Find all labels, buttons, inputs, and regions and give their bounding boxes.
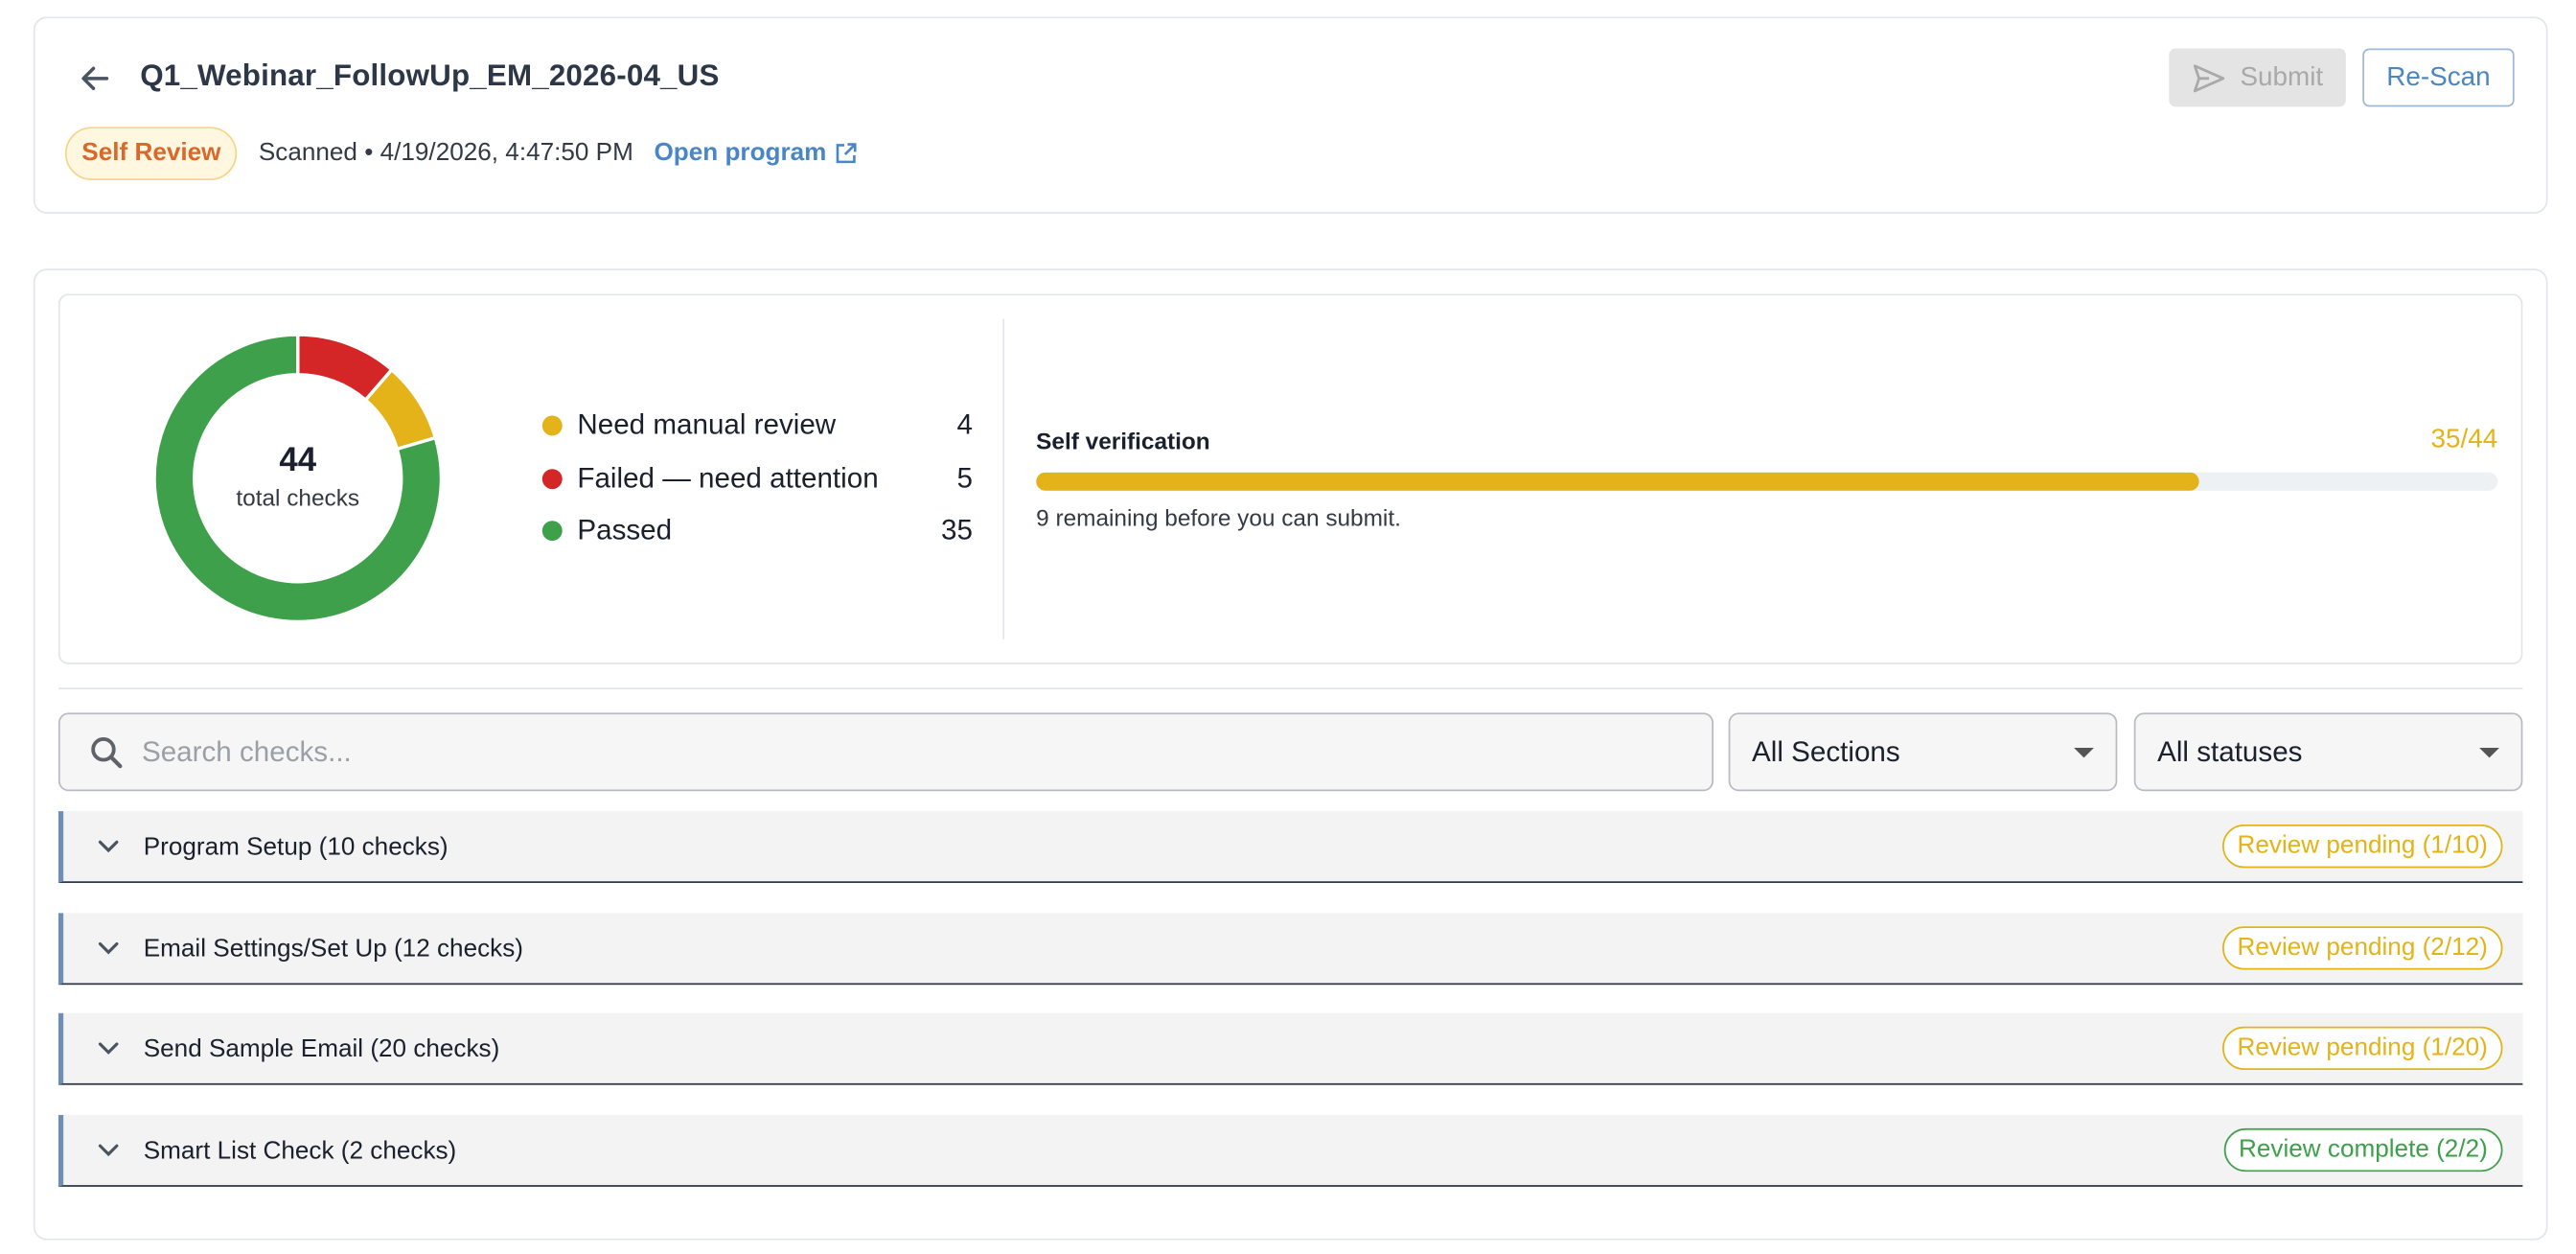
submit-button[interactable]: Submit <box>2169 48 2346 107</box>
legend-label: Need manual review <box>577 408 837 441</box>
search-input[interactable] <box>141 734 1644 769</box>
chevron-down-icon <box>98 1144 119 1157</box>
section-filter-value: All Sections <box>1752 734 1900 767</box>
back-button[interactable] <box>74 57 117 100</box>
page-title: Q1_Webinar_FollowUp_EM_2026-04_US <box>140 58 720 92</box>
legend-count: 4 <box>956 408 974 441</box>
review-mode-badge: Self Review <box>64 127 238 181</box>
legend-label: Passed <box>577 514 673 546</box>
section-status-badge: Review pending (1/20) <box>2221 1026 2503 1070</box>
section-label: Email Settings/Set Up (12 checks) <box>143 934 523 963</box>
scanned-timestamp: Scanned • 4/19/2026, 4:47:50 PM <box>258 138 633 168</box>
self-verification-title: Self verification <box>1036 427 1210 454</box>
total-checks-count: 44 <box>279 442 317 479</box>
external-link-icon <box>837 142 858 163</box>
legend-item-passed: Passed 35 <box>541 512 974 548</box>
legend-dot <box>541 469 563 490</box>
section-row-send-sample-email[interactable]: Send Sample Email (20 checks) Review pen… <box>58 1012 2523 1085</box>
chevron-down-icon <box>98 840 119 853</box>
section-status-badge: Review pending (1/10) <box>2221 824 2503 869</box>
legend-count: 35 <box>941 514 974 546</box>
section-label: Smart List Check (2 checks) <box>143 1135 457 1165</box>
progress-fill <box>1036 472 2199 491</box>
arrow-left-icon <box>81 66 109 91</box>
remaining-text: 9 remaining before you can submit. <box>1036 503 1401 531</box>
self-verification-count: 35/44 <box>2430 425 2498 454</box>
summary-divider <box>1002 318 1005 639</box>
program-header-card <box>33 16 2548 214</box>
legend-dot <box>541 521 563 542</box>
page-root: Q1_Webinar_FollowUp_EM_2026-04_US Self R… <box>0 0 2576 1253</box>
chevron-down-icon <box>98 1042 119 1055</box>
open-program-label: Open program <box>654 138 827 168</box>
send-icon <box>2193 63 2224 92</box>
status-filter-value: All statuses <box>2157 734 2303 767</box>
legend-label: Failed — need attention <box>577 462 879 495</box>
submit-label: Submit <box>2240 62 2324 91</box>
caret-down-icon <box>2479 747 2500 757</box>
rescan-button[interactable]: Re-Scan <box>2362 48 2515 107</box>
section-label: Program Setup (10 checks) <box>143 831 448 861</box>
search-icon <box>91 736 123 768</box>
status-filter-select[interactable]: All statuses <box>2133 712 2523 792</box>
legend-count: 5 <box>956 462 974 495</box>
self-verification-progress-bar <box>1036 472 2498 491</box>
section-row-smart-list-check[interactable]: Smart List Check (2 checks) Review compl… <box>58 1114 2523 1187</box>
total-checks-label: total checks <box>236 483 360 511</box>
search-field[interactable] <box>58 712 1714 792</box>
section-row-email-settings[interactable]: Email Settings/Set Up (12 checks) Review… <box>58 913 2523 986</box>
divider <box>58 687 2523 690</box>
section-filter-select[interactable]: All Sections <box>1728 712 2118 792</box>
open-program-link[interactable]: Open program <box>654 138 858 168</box>
legend-item-failed: Failed — need attention 5 <box>541 461 974 498</box>
chevron-down-icon <box>98 941 119 955</box>
legend-dot <box>541 415 563 436</box>
caret-down-icon <box>2074 747 2094 757</box>
legend-item-manual-review: Need manual review 4 <box>541 407 974 444</box>
section-status-badge: Review pending (2/12) <box>2221 926 2503 970</box>
section-label: Send Sample Email (20 checks) <box>143 1033 500 1063</box>
section-status-badge: Review complete (2/2) <box>2223 1127 2503 1173</box>
section-row-program-setup[interactable]: Program Setup (10 checks) Review pending… <box>58 811 2523 883</box>
